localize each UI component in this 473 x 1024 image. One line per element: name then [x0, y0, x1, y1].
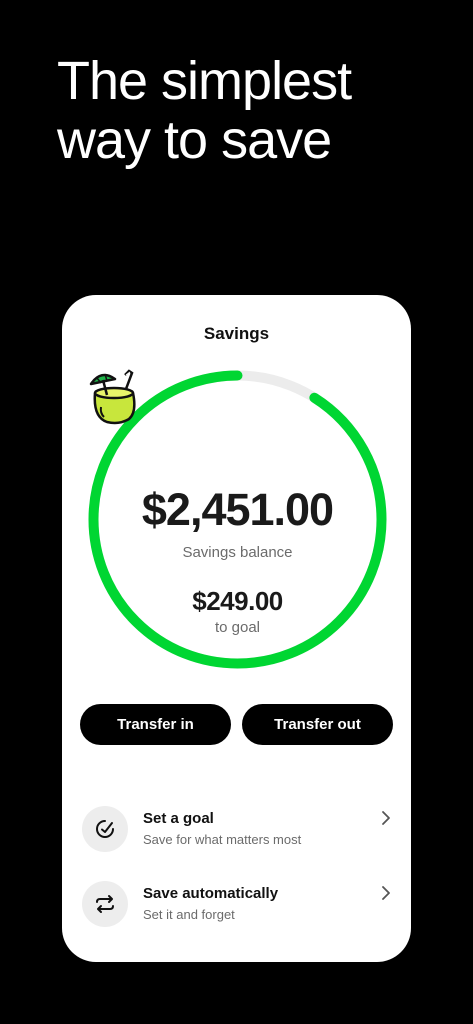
chevron-right-icon: [382, 811, 390, 825]
savings-balance: $2,451.00: [141, 484, 334, 535]
savings-balance-label: Savings balance: [182, 544, 293, 561]
transfer-in-button[interactable]: Transfer in: [80, 704, 231, 745]
save-automatically-title: Save automatically: [143, 885, 279, 902]
savings-progress-ring: $2,451.00 Savings balance $249.00 to goa…: [85, 367, 390, 672]
repeat-icon: [82, 881, 128, 927]
headline-line-2: way to save: [57, 110, 332, 170]
card-title: Savings: [203, 324, 270, 343]
save-automatically-row[interactable]: Save automatically Set it and forget: [82, 881, 392, 931]
goal-remaining-amount: $249.00: [192, 586, 283, 616]
headline: The simplest way to save: [57, 51, 352, 170]
set-goal-row[interactable]: Set a goal Save for what matters most: [82, 806, 392, 856]
chevron-right-icon: [382, 886, 390, 900]
headline-line-1: The simplest: [57, 51, 352, 111]
save-automatically-subtitle: Set it and forget: [143, 907, 235, 922]
savings-card: Savings $2,451.00 Savings balance $249.0…: [62, 295, 411, 962]
transfer-out-button[interactable]: Transfer out: [242, 704, 393, 745]
goal-icon: [82, 806, 128, 852]
goal-remaining-label: to goal: [214, 619, 261, 636]
coconut-drink-icon: [89, 369, 136, 425]
set-goal-subtitle: Save for what matters most: [143, 832, 302, 847]
set-goal-title: Set a goal: [143, 810, 214, 827]
